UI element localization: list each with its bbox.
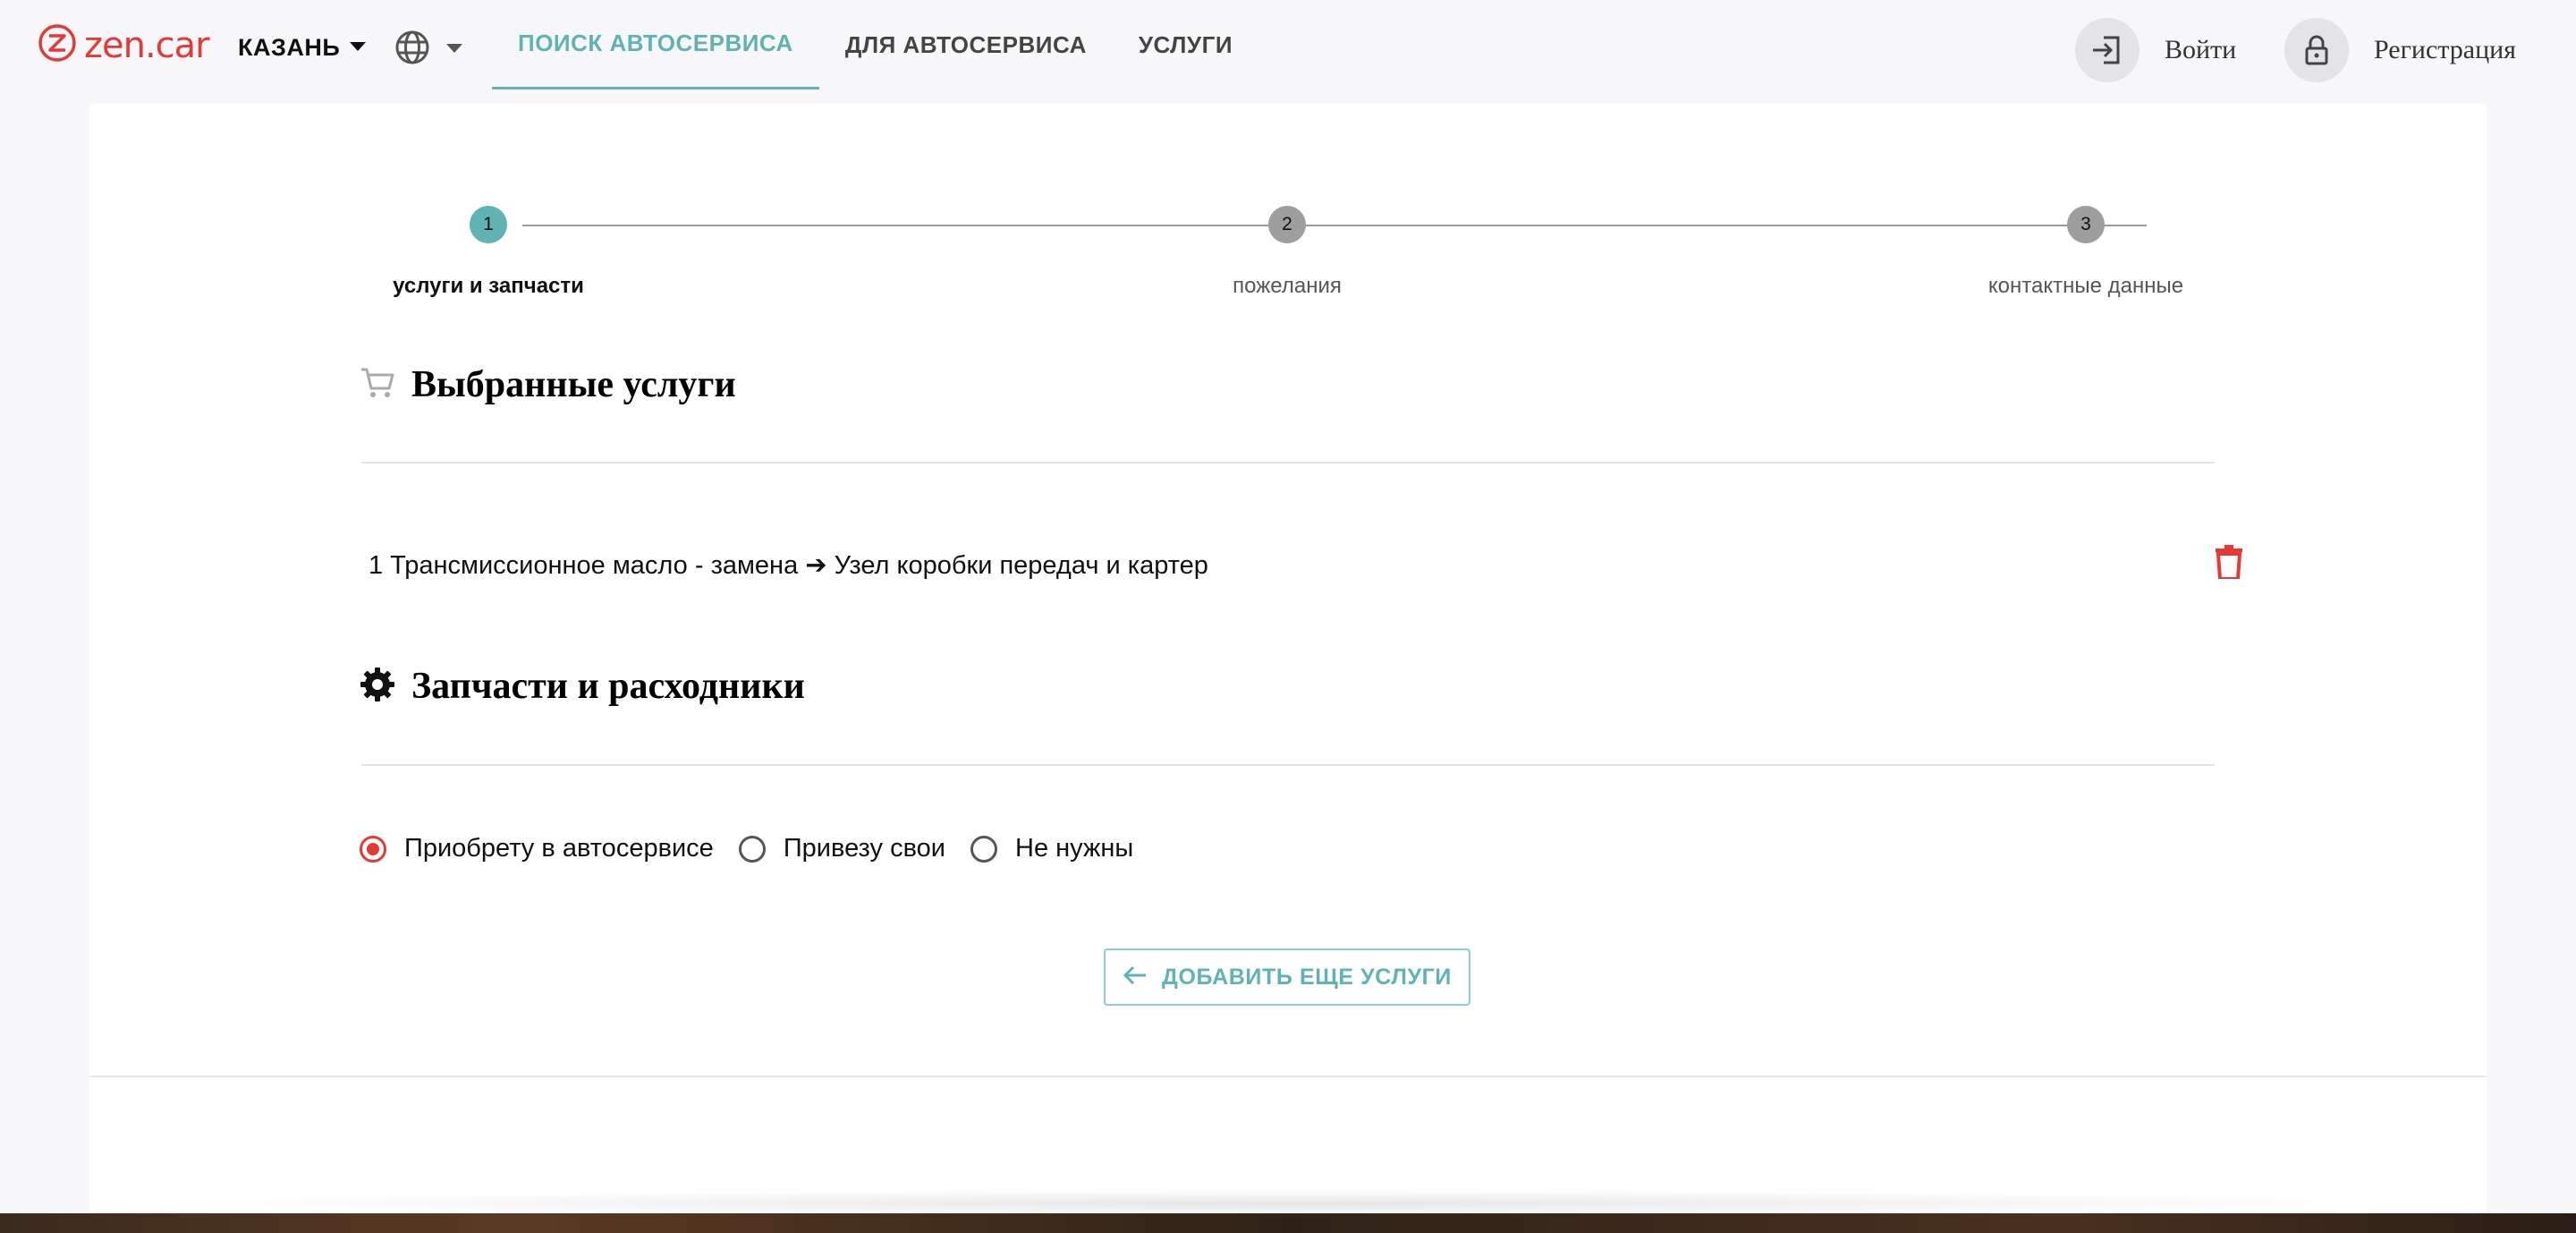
stepper-connector (1320, 225, 2147, 226)
section-divider (361, 462, 2215, 463)
top-header: zen.car КАЗАНЬ ПОИСК АВТОСЕРВИСА ДЛЯ АВТ… (0, 0, 2576, 100)
cart-icon (360, 365, 395, 405)
nav-item-label: ДЛЯ АВТОСЕРВИСА (844, 30, 1087, 58)
radio-button[interactable] (738, 835, 766, 863)
language-selector[interactable] (394, 29, 463, 71)
trash-icon (2216, 544, 2242, 583)
add-more-services-label: ДОБАВИТЬ ЕЩЕ УСЛУГИ (1162, 964, 1452, 990)
step-2-label: пожелания (1233, 274, 1342, 298)
nav-item-service-search[interactable]: ПОИСК АВТОСЕРВИСА (492, 0, 819, 89)
main-nav: ПОИСК АВТОСЕРВИСА ДЛЯ АВТОСЕРВИСА УСЛУГИ (492, 0, 1258, 89)
logo[interactable]: zen.car (38, 23, 210, 67)
add-more-services-button[interactable]: ДОБАВИТЬ ЕЩЕ УСЛУГИ (1104, 948, 1470, 1006)
step-1-circle[interactable]: 1 (470, 206, 507, 243)
gear-icon (360, 667, 395, 707)
radio-label: Приобрету в автосервисе (404, 834, 714, 863)
nav-item-for-services[interactable]: ДЛЯ АВТОСЕРВИСА (819, 0, 1113, 89)
nav-item-services[interactable]: УСЛУГИ (1113, 0, 1258, 89)
radio-buy-at-service[interactable]: Приобрету в автосервисе (360, 834, 714, 863)
chevron-down-icon (349, 40, 367, 56)
register-label: Регистрация (2374, 35, 2516, 64)
logo-text: zen.car (84, 24, 210, 66)
login-label: Войти (2165, 35, 2237, 64)
delete-service-button[interactable] (2209, 544, 2249, 583)
register-button[interactable]: Регистрация (2284, 18, 2516, 82)
desktop-dock-strip (0, 1213, 2576, 1233)
step-number: 3 (2080, 214, 2091, 234)
step-3-circle[interactable]: 3 (2067, 206, 2105, 243)
step-3-label: контактные данные (1987, 274, 2184, 298)
service-item: 1 Трансмиссионное масло - замена ➔ Узел … (369, 537, 2247, 591)
lock-icon (2284, 18, 2349, 82)
radio-label: Не нужны (1015, 834, 1134, 863)
parts-options: Приобрету в автосервисе Привезу свои Не … (360, 834, 1158, 863)
service-item-text: 1 Трансмиссионное масло - замена ➔ Узел … (369, 551, 1208, 580)
selected-services-header: Выбранные услуги (360, 363, 736, 406)
radio-not-needed[interactable]: Не нужны (970, 834, 1133, 863)
radio-bring-own[interactable]: Привезу свои (738, 834, 945, 863)
nav-item-label: УСЛУГИ (1138, 30, 1233, 58)
radio-label: Привезу свои (783, 834, 945, 863)
step-2-circle[interactable]: 2 (1268, 206, 1306, 243)
order-form-card: 1 2 3 услуги и запчасти пожелания контак… (89, 104, 2487, 1077)
stepper-connector (522, 225, 1349, 226)
arrow-left-icon (1123, 965, 1148, 991)
section-divider (361, 764, 2215, 766)
login-icon (2075, 18, 2140, 82)
city-label: КАЗАНЬ (238, 34, 341, 61)
step-1-label: услуги и запчасти (393, 274, 584, 298)
radio-button[interactable] (360, 835, 386, 863)
chevron-down-icon (445, 42, 463, 58)
radio-button[interactable] (970, 835, 997, 863)
parts-title: Запчасти и расходники (411, 666, 805, 707)
nav-item-label: ПОИСК АВТОСЕРВИСА (518, 30, 793, 56)
login-button[interactable]: Войти (2075, 18, 2236, 82)
city-selector[interactable]: КАЗАНЬ (238, 34, 367, 62)
step-number: 2 (1282, 214, 1292, 234)
zen-logo-icon (38, 23, 77, 67)
stepper: 1 2 3 услуги и запчасти пожелания контак… (89, 104, 2487, 319)
step-number: 1 (483, 214, 494, 234)
selected-services-title: Выбранные услуги (411, 364, 736, 405)
parts-header: Запчасти и расходники (360, 665, 805, 708)
globe-icon (394, 29, 431, 71)
